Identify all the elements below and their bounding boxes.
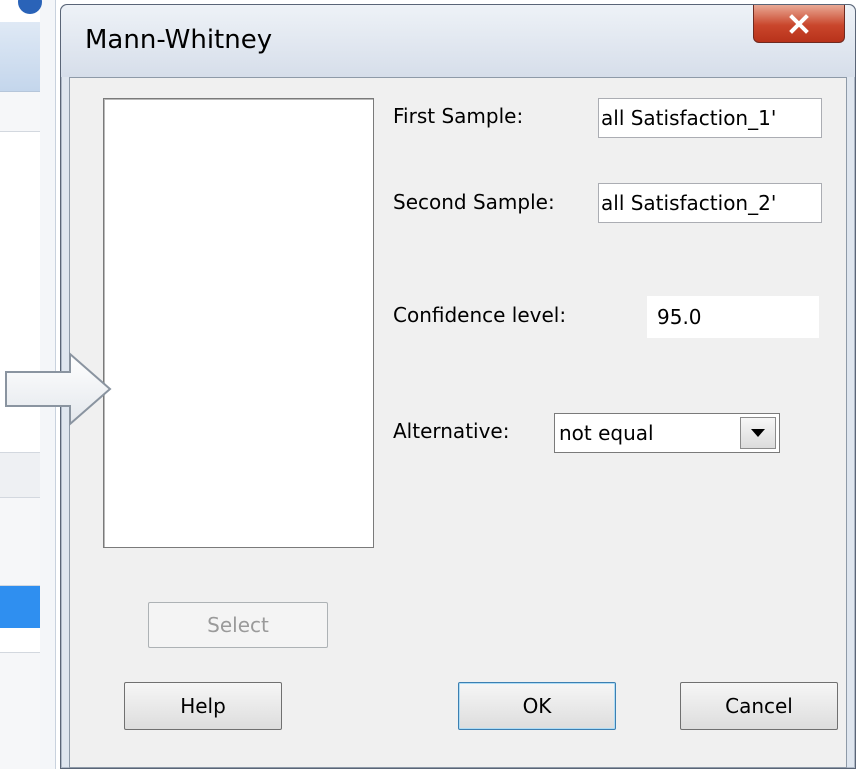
chevron-down-icon <box>751 428 765 437</box>
variable-list[interactable] <box>103 98 374 548</box>
background-row <box>0 452 40 498</box>
background-toolbar <box>0 92 40 132</box>
close-button[interactable] <box>753 5 845 43</box>
help-button[interactable]: Help <box>124 682 282 730</box>
select-button[interactable]: Select <box>148 602 328 648</box>
background-row <box>0 653 40 769</box>
ok-button[interactable]: OK <box>458 682 616 730</box>
confidence-level-label: Confidence level: <box>393 303 567 327</box>
first-sample-label: First Sample: <box>393 104 524 128</box>
confidence-level-input[interactable]: 95.0 <box>647 296 819 338</box>
second-sample-label: Second Sample: <box>393 190 555 214</box>
cancel-button[interactable]: Cancel <box>680 682 838 730</box>
dialog-titlebar[interactable]: Mann-Whitney <box>61 5 855 77</box>
alternative-label: Alternative: <box>393 419 510 443</box>
dropdown-arrow-button[interactable] <box>740 417 776 449</box>
alternative-dropdown-value: not equal <box>559 421 654 445</box>
second-sample-input[interactable]: all Satisfaction_2' <box>598 183 822 223</box>
mann-whitney-dialog: Mann-Whitney First Sample: all Satisfact… <box>60 4 856 769</box>
annotation-arrow-icon <box>5 352 112 426</box>
dialog-title: Mann-Whitney <box>85 25 273 55</box>
background-selected-row[interactable] <box>0 586 40 628</box>
background-ribbon <box>0 22 40 92</box>
background-row <box>0 628 40 653</box>
first-sample-input[interactable]: all Satisfaction_1' <box>598 98 822 138</box>
alternative-dropdown[interactable]: not equal <box>554 413 780 453</box>
background-row <box>0 498 40 586</box>
close-icon <box>789 13 809 34</box>
dialog-client-area: First Sample: all Satisfaction_1' Second… <box>69 77 847 768</box>
